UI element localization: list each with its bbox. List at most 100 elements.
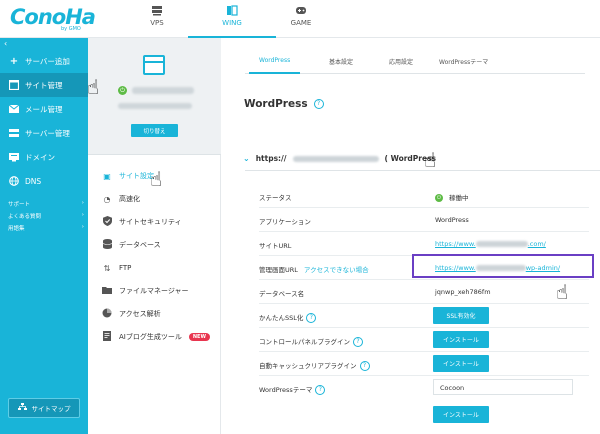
help-icon[interactable]: ? [359,361,370,371]
row-label: サイトURL [259,242,292,250]
service-tab-wing[interactable]: WING [188,5,276,39]
page-title-text: WordPress [244,98,308,110]
sidebar-item-server[interactable]: サーバー管理 [0,121,88,145]
row-site-url: サイトURL https://www. .com/ [259,232,589,256]
menu-item-label: FTP [119,264,132,272]
speedometer-icon: ◔ [103,194,111,204]
menu-item-label: ファイルマネージャー [119,287,189,295]
document-icon [102,331,112,343]
settings-page-icon: ▣ [103,171,111,181]
tab-advanced-settings[interactable]: 応用設定 [389,57,413,66]
conoha-logo[interactable]: ConoHa [10,5,96,29]
chevron-right-icon: › [81,200,84,206]
row-label: コントロールパネルプラグイン? [259,336,363,347]
sidebar-item-label: メール管理 [25,104,63,114]
application-value: WordPress [435,216,469,224]
help-icon[interactable]: ? [306,313,317,323]
sidebar-link-label: サポート [8,202,31,208]
row-label: WordPressテーマ? [259,384,326,395]
menu-item-file-manager[interactable]: ファイルマネージャー [102,283,221,299]
sidebar-item-label: サイト管理 [25,80,63,90]
row-ssl: かんたんSSL化? SSL有効化 [259,304,589,328]
sidebar-item-label: DNS [25,176,42,186]
row-cache-plugin: 自動キャッシュクリアプラグイン? インストール [259,352,589,376]
pointing-hand-icon: ☝ [556,280,569,304]
domain-icon [9,152,19,162]
top-bar: ConoHa by GMO VPS WING GAME [0,0,600,39]
cannot-access-link[interactable]: アクセスできない場合 [304,266,369,274]
database-icon [102,239,112,251]
sidebar-item-mail[interactable]: メール管理 [0,97,88,121]
chevron-down-icon: ⌄ [243,154,250,163]
tab-wordpress[interactable]: WordPress [248,57,301,74]
control-panel-install-button[interactable]: インストール [433,331,489,348]
row-label: ステータス [259,194,292,202]
wordpress-section-header[interactable]: ⌄ https:// ( WordPress [243,154,436,163]
service-tab-label: GAME [290,19,312,27]
site-header-card: ⏻ 切り替え [88,38,221,155]
menu-item-ftp[interactable]: ⇅ FTP [102,260,221,276]
section-divider [245,170,600,171]
menu-item-speed[interactable]: ◔ 高速化 [102,191,221,207]
menu-item-label: データベース [119,241,161,249]
cache-install-button[interactable]: インストール [433,355,489,372]
shield-icon [102,216,112,228]
gamepad-icon [296,7,306,14]
row-application: アプリケーション WordPress [259,208,589,232]
help-icon[interactable]: ? [313,99,324,109]
menu-item-label: AIブログ生成ツール [119,333,182,341]
service-tab-vps[interactable]: VPS [127,5,187,27]
sitemap-icon [17,403,27,413]
pointing-hand-icon: ☝ [150,167,163,191]
chevron-left-icon[interactable]: ‹ [4,39,7,48]
power-icon: ⏻ [118,86,127,95]
chevron-right-icon: › [81,212,84,218]
row-label: データベース名 [259,290,305,298]
row-label: アプリケーション [259,218,311,226]
control-panel-plugin-label: コントロールパネルプラグイン [259,338,350,346]
menu-item-database[interactable]: データベース [102,237,221,253]
ssl-enable-button[interactable]: SSL有効化 [433,307,489,324]
window-icon [9,80,19,90]
sidebar-item-site-management[interactable]: サイト管理 [0,73,88,97]
plus-icon: + [9,55,19,67]
tab-bar: WordPress 基本設定 応用設定 WordPressテーマ [245,52,585,74]
switch-button[interactable]: 切り替え [131,124,178,137]
site-panel: ⏻ 切り替え ▣ サイト設定 ◔ 高速化 サイトセキュリティ データベース ⇅ … [88,38,221,434]
site-url-start: https://www. [435,240,476,248]
row-database: データベース名 jqnwp_xeh786fm [259,280,589,304]
row-label: 管理画面URL アクセスできない場合 [259,264,369,274]
theme-select[interactable]: Cocoon [433,379,573,395]
tab-basic-settings[interactable]: 基本設定 [329,57,353,66]
menu-item-security[interactable]: サイトセキュリティ [102,214,221,230]
sidebar-item-label: サーバー追加 [25,56,70,66]
help-icon[interactable]: ? [353,337,363,347]
sidebar-link-faq[interactable]: よくある質問 › [8,212,84,220]
page-title: WordPress? [244,98,324,110]
sidebar-item-domain[interactable]: ドメイン [0,145,88,169]
logo-subtext: by GMO [61,26,81,32]
sidebar-link-label: 用語集 [8,226,25,232]
site-url-link[interactable]: https://www. .com/ [435,240,546,248]
menu-item-analytics[interactable]: アクセス解析 [102,306,221,322]
sidebar-link-glossary[interactable]: 用語集 › [8,224,84,232]
menu-item-ai-blog[interactable]: AIブログ生成ツール NEW [102,329,221,345]
sidebar-item-dns[interactable]: DNS [0,169,88,193]
theme-label: WordPressテーマ [259,386,313,394]
sitemap-button[interactable]: サイトマップ [8,398,80,418]
help-icon[interactable]: ? [315,385,326,395]
new-badge: NEW [188,333,210,341]
service-tab-game[interactable]: GAME [271,5,331,27]
menu-item-label: サイト設定 [119,172,154,180]
sidebar-item-label: サーバー管理 [25,128,70,138]
wing-icon [227,5,238,16]
sidebar-item-add-server[interactable]: + サーバー追加 [0,49,88,73]
site-url-end: .com/ [527,240,546,248]
theme-install-button[interactable]: インストール [433,406,489,423]
blurred-site-info [118,103,192,109]
pie-chart-icon [102,308,112,320]
blurred-domain [475,241,528,247]
sidebar-link-support[interactable]: サポート › [8,200,84,208]
tab-wordpress-theme[interactable]: WordPressテーマ [439,57,488,66]
updown-arrows-icon: ⇅ [103,263,111,273]
